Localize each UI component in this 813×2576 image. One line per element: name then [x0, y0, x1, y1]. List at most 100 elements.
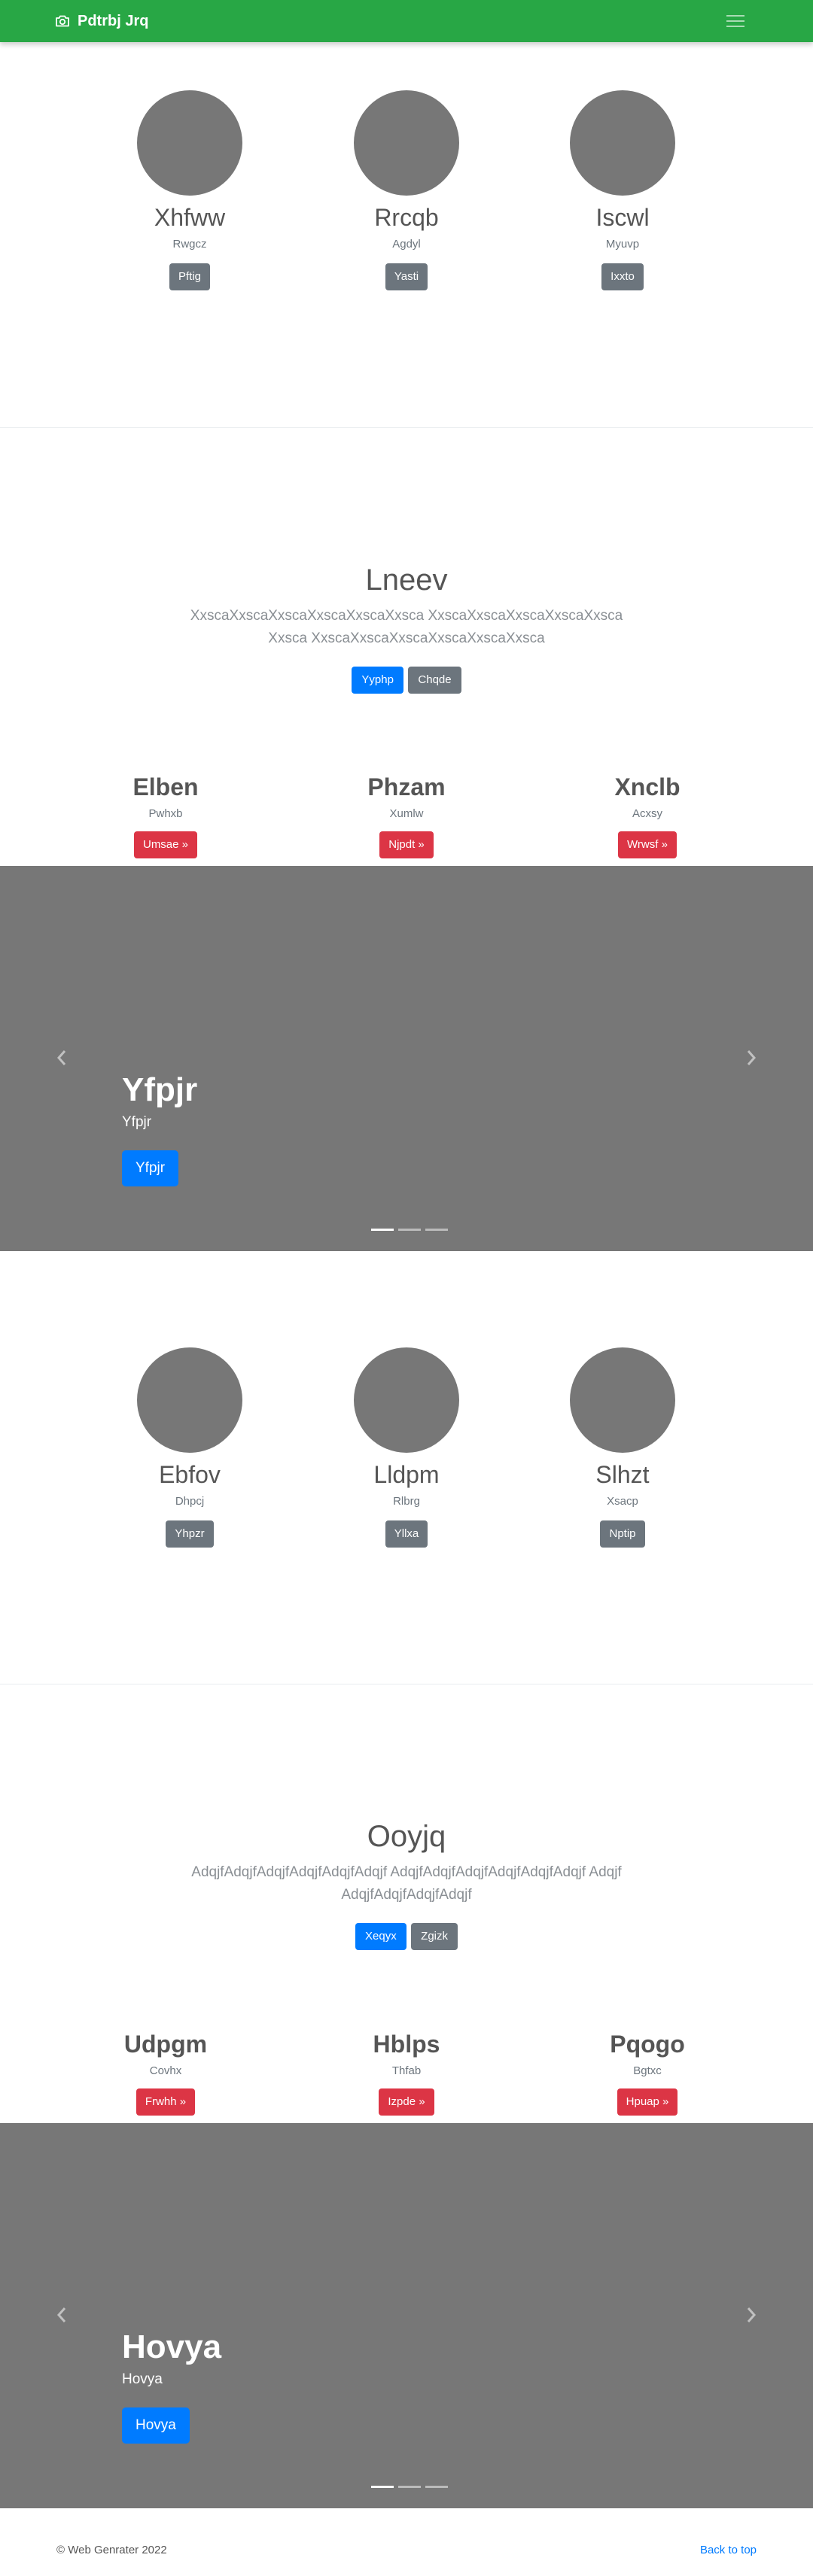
- carousel-indicators: [369, 2486, 450, 2488]
- profile-subtitle: Agdyl: [392, 238, 421, 251]
- carousel-indicator[interactable]: [398, 1229, 421, 1231]
- back-to-top-link[interactable]: Back to top: [700, 2543, 757, 2558]
- hero-section: Lneev XxscaXxscaXxscaXxscaXxscaXxsca Xxs…: [0, 563, 813, 694]
- hero-buttons: Yyphp Chqde: [0, 667, 813, 694]
- profile-name: Ebfov: [159, 1461, 221, 1488]
- carousel-indicator[interactable]: [425, 2486, 448, 2488]
- navbar-toggle-button[interactable]: [720, 8, 751, 34]
- hero-primary-button[interactable]: Yyphp: [352, 667, 403, 694]
- feature-card: Phzam Xumlw Njpdt »: [309, 773, 504, 858]
- chevron-left-icon: [56, 2307, 66, 2322]
- profile-card: Xhfww Rwgcz Pftig: [114, 90, 265, 290]
- hero-section: Ooyjq AdqjfAdqjfAdqjfAdqjfAdqjfAdqjf Adq…: [0, 1819, 813, 1950]
- hero-primary-button[interactable]: Xeqyx: [355, 1923, 406, 1950]
- carousel-title: Hovya: [122, 2328, 222, 2365]
- brand-text: Pdtrbj Jrq: [78, 12, 149, 29]
- avatar: [354, 1347, 459, 1453]
- profile-subtitle: Dhpcj: [175, 1495, 205, 1508]
- navbar-brand[interactable]: Pdtrbj Jrq: [55, 11, 148, 32]
- hero-secondary-button[interactable]: Chqde: [408, 667, 461, 694]
- carousel-next-button[interactable]: [736, 1039, 766, 1077]
- feature-subtitle: Xumlw: [389, 807, 424, 820]
- carousel-indicator[interactable]: [425, 1229, 448, 1231]
- feature-button[interactable]: Frwhh »: [136, 2088, 196, 2116]
- copyright-text: © Web Genrater 2022: [56, 2544, 167, 2556]
- profile-subtitle: Rwgcz: [172, 238, 207, 251]
- profile-card: Slhzt Xsacp Nptip: [547, 1347, 698, 1548]
- page: Pdtrbj Jrq Xhfww Rwgcz Pftig Rrcqb Agdyl…: [0, 0, 813, 2576]
- feature-button[interactable]: Njpdt »: [379, 831, 434, 858]
- feature-subtitle: Bgtxc: [633, 2064, 662, 2077]
- camera-icon: [56, 15, 69, 27]
- feature-button[interactable]: Hpuap »: [617, 2088, 678, 2116]
- carousel-prev-button[interactable]: [47, 2296, 77, 2334]
- carousel-prev-button[interactable]: [47, 1039, 77, 1077]
- carousel-caption: Hovya Hovya Hovya: [122, 2328, 221, 2444]
- profile-card: Lldpm Rlbrg Yllxa: [331, 1347, 482, 1548]
- carousel-indicator[interactable]: [398, 2486, 421, 2488]
- feature-card: Hblps Thfab Izpde »: [309, 2030, 504, 2116]
- carousel-caption: Yfpjr Yfpjr Yfpjr: [122, 1071, 197, 1186]
- profile-card: Ebfov Dhpcj Yhpzr: [114, 1347, 265, 1548]
- profile-subtitle: Myuvp: [605, 238, 640, 251]
- feature-title: Udpgm: [123, 2031, 208, 2058]
- feature-button[interactable]: Umsae »: [133, 831, 198, 858]
- hero-buttons: Xeqyx Zgizk: [0, 1923, 813, 1950]
- feature-subtitle: Pwhxb: [148, 807, 183, 820]
- hero-title: Ooyjq: [367, 1820, 446, 1853]
- profile-button[interactable]: Ixxto: [601, 263, 644, 290]
- carousel: Hovya Hovya Hovya: [0, 2123, 813, 2508]
- profile-name: Lldpm: [373, 1461, 440, 1488]
- profile-name: Xhfww: [154, 204, 226, 231]
- feature-title: Hblps: [373, 2031, 440, 2058]
- chevron-right-icon: [747, 2307, 757, 2322]
- profile-button[interactable]: Yasti: [385, 263, 428, 290]
- profile-card: Rrcqb Agdyl Yasti: [331, 90, 482, 290]
- profile-name: Rrcqb: [374, 204, 439, 231]
- avatar: [137, 90, 242, 196]
- feature-subtitle: Acxsy: [632, 807, 662, 820]
- feature-card: Pqogo Bgtxc Hpuap »: [550, 2030, 745, 2116]
- profile-name: Slhzt: [595, 1461, 650, 1488]
- avatar: [354, 90, 459, 196]
- carousel: Yfpjr Yfpjr Yfpjr: [0, 866, 813, 1251]
- footer: © Web Genrater 2022 Back to top: [0, 2543, 813, 2573]
- navbar: Pdtrbj Jrq: [0, 0, 813, 42]
- feature-title: Phzam: [367, 773, 446, 800]
- profile-subtitle: Xsacp: [607, 1495, 638, 1508]
- profile-button[interactable]: Yhpzr: [166, 1520, 214, 1548]
- avatar: [137, 1347, 242, 1453]
- profile-button[interactable]: Nptip: [600, 1520, 645, 1548]
- feature-title: Pqogo: [610, 2031, 685, 2058]
- carousel-button[interactable]: Yfpjr: [122, 1150, 179, 1186]
- hero-title: Lneev: [365, 564, 448, 597]
- chevron-right-icon: [747, 1050, 757, 1065]
- section-divider: [0, 427, 813, 428]
- profile-name: Iscwl: [595, 204, 650, 231]
- profile-subtitle: Rlbrg: [393, 1495, 420, 1508]
- carousel-next-button[interactable]: [736, 2296, 766, 2334]
- feature-card: Xnclb Acxsy Wrwsf »: [550, 773, 745, 858]
- hero-text: XxscaXxscaXxscaXxscaXxscaXxsca XxscaXxsc…: [190, 608, 623, 646]
- feature-button[interactable]: Wrwsf »: [618, 831, 677, 858]
- carousel-title: Yfpjr: [122, 1071, 198, 1108]
- feature-button[interactable]: Izpde »: [379, 2088, 434, 2116]
- carousel-indicators: [369, 1229, 450, 1231]
- carousel-subtitle: Yfpjr: [122, 1114, 152, 1130]
- feature-title: Xnclb: [614, 773, 681, 800]
- carousel-indicator[interactable]: [371, 2486, 394, 2488]
- carousel-indicator[interactable]: [371, 1229, 394, 1231]
- carousel-button[interactable]: Hovya: [122, 2407, 190, 2444]
- hamburger-icon: [726, 15, 744, 27]
- profile-button[interactable]: Yllxa: [385, 1520, 428, 1548]
- feature-subtitle: Covhx: [149, 2064, 182, 2077]
- profile-card: Iscwl Myuvp Ixxto: [547, 90, 698, 290]
- avatar: [570, 90, 675, 196]
- profile-button[interactable]: Pftig: [169, 263, 210, 290]
- chevron-left-icon: [56, 1050, 66, 1065]
- hero-secondary-button[interactable]: Zgizk: [411, 1923, 458, 1950]
- carousel-subtitle: Hovya: [122, 2371, 163, 2387]
- hero-text: AdqjfAdqjfAdqjfAdqjfAdqjfAdqjf AdqjfAdqj…: [191, 1864, 622, 1903]
- feature-title: Elben: [132, 773, 199, 800]
- avatar: [570, 1347, 675, 1453]
